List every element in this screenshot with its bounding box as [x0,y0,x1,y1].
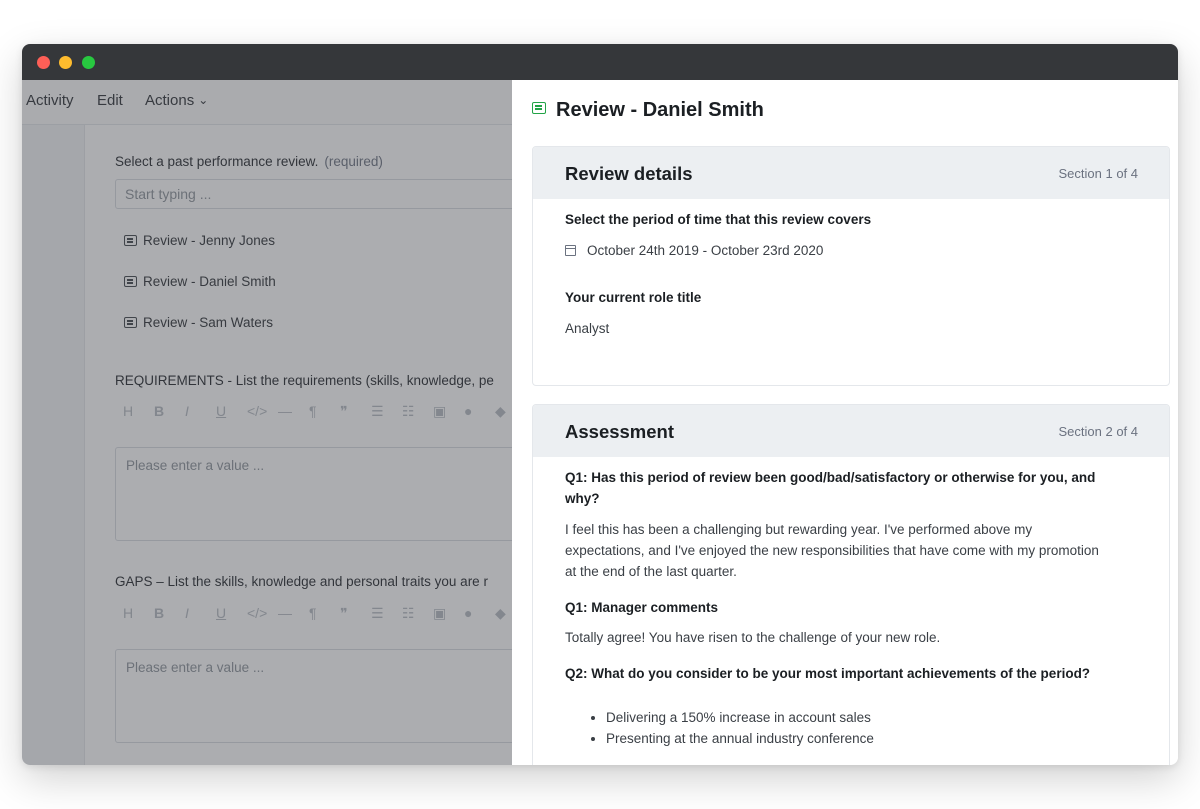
section-indicator: Section 2 of 4 [1058,424,1139,439]
card-header: Assessment Section 2 of 4 [533,405,1169,457]
role-value: Analyst [565,321,610,336]
minimize-window-button[interactable] [59,56,72,69]
calendar-icon [565,245,576,256]
drawer-title: Review - Daniel Smith [532,99,764,122]
section-indicator: Section 1 of 4 [1058,166,1139,181]
question-1-line: Q1: Has this period of review been good/… [565,470,1096,485]
manager-comments-value: Totally agree! You have risen to the cha… [565,630,941,645]
modal-backdrop[interactable] [22,80,512,765]
card-title: Review details [565,163,693,184]
period-value-text: October 24th 2019 - October 23rd 2020 [587,243,824,258]
answer-1-line: expectations, and I've enjoyed the new r… [565,543,1099,558]
question-1: Q1: Has this period of review been good/… [565,467,1095,509]
card-header: Review details Section 1 of 4 [533,147,1169,199]
comment-icon [532,102,546,114]
role-label: Your current role title [565,290,702,305]
card-title: Assessment [565,421,675,442]
question-2: Q2: What do you consider to be your most… [565,666,1091,681]
review-drawer: Review - Daniel Smith Review details Sec… [512,80,1178,765]
drawer-title-text: Review - Daniel Smith [556,99,764,121]
answer-1: I feel this has been a challenging but r… [565,519,1099,582]
manager-comments-label: Q1: Manager comments [565,600,719,615]
answer-1-line: at the end of the last quarter. [565,564,737,579]
period-value: October 24th 2019 - October 23rd 2020 [565,240,823,261]
assessment-card: Assessment Section 2 of 4 Q1: Has this p… [532,404,1170,765]
list-item: Delivering a 150% increase in account sa… [606,707,874,728]
achievements-list: Delivering a 150% increase in account sa… [565,707,874,749]
period-label: Select the period of time that this revi… [565,212,872,227]
close-window-button[interactable] [37,56,50,69]
answer-1-line: I feel this has been a challenging but r… [565,522,1033,537]
window-titlebar [22,44,1178,80]
review-details-card: Review details Section 1 of 4 Select the… [532,146,1170,386]
list-item: Presenting at the annual industry confer… [606,728,874,749]
maximize-window-button[interactable] [82,56,95,69]
question-1-line: why? [565,491,600,506]
app-window: Activity Edit Actions ⌄ Select a past per… [22,44,1178,765]
